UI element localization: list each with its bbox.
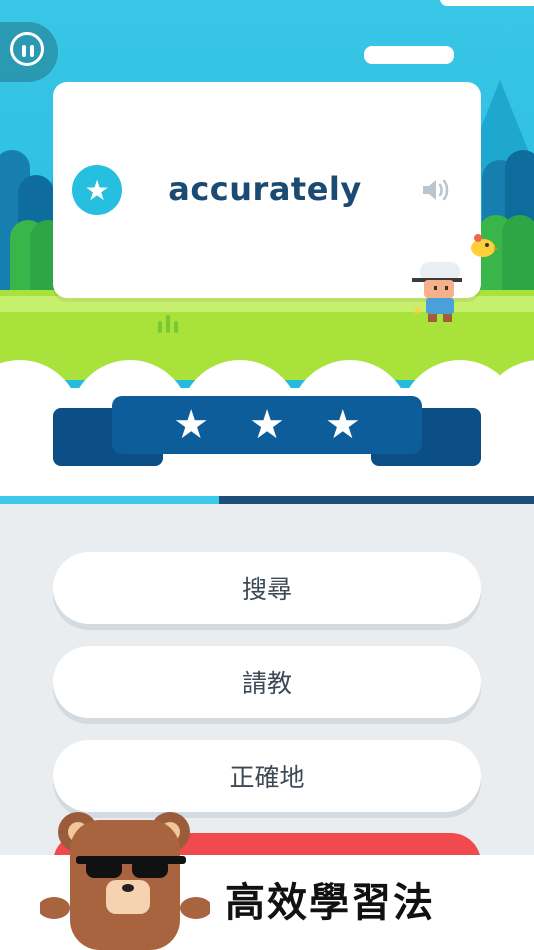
progress-fill	[0, 496, 219, 504]
kid-character: ★	[412, 262, 462, 322]
speaker-icon	[423, 179, 449, 201]
promo-tagline: 高效學習法	[225, 880, 435, 926]
pause-bar	[22, 45, 26, 57]
pause-icon	[10, 32, 44, 66]
grass-tuft-icon	[158, 315, 178, 333]
answer-option-1[interactable]: 搜尋	[53, 552, 481, 624]
rating-star-icon: ★	[173, 402, 210, 448]
star-rating-ribbon: ★ ★ ★	[112, 396, 422, 454]
favorite-star-button[interactable]: ★	[72, 165, 122, 215]
rating-star-icon: ★	[324, 402, 361, 448]
vocabulary-word: accurately	[168, 170, 362, 208]
cloud	[440, 0, 534, 6]
svg-text:★: ★	[412, 303, 423, 317]
cloud	[364, 46, 454, 64]
bird-character	[471, 234, 498, 257]
answer-option-3[interactable]: 正確地	[53, 740, 481, 812]
star-icon: ★	[84, 173, 110, 207]
answer-option-2[interactable]: 請教	[53, 646, 481, 718]
speaker-button[interactable]	[420, 175, 454, 205]
rating-star-icon: ★	[249, 402, 285, 448]
tree	[502, 215, 534, 290]
pause-button[interactable]	[0, 22, 58, 82]
bear-mascot-icon	[40, 812, 210, 950]
pause-bar	[30, 45, 34, 57]
